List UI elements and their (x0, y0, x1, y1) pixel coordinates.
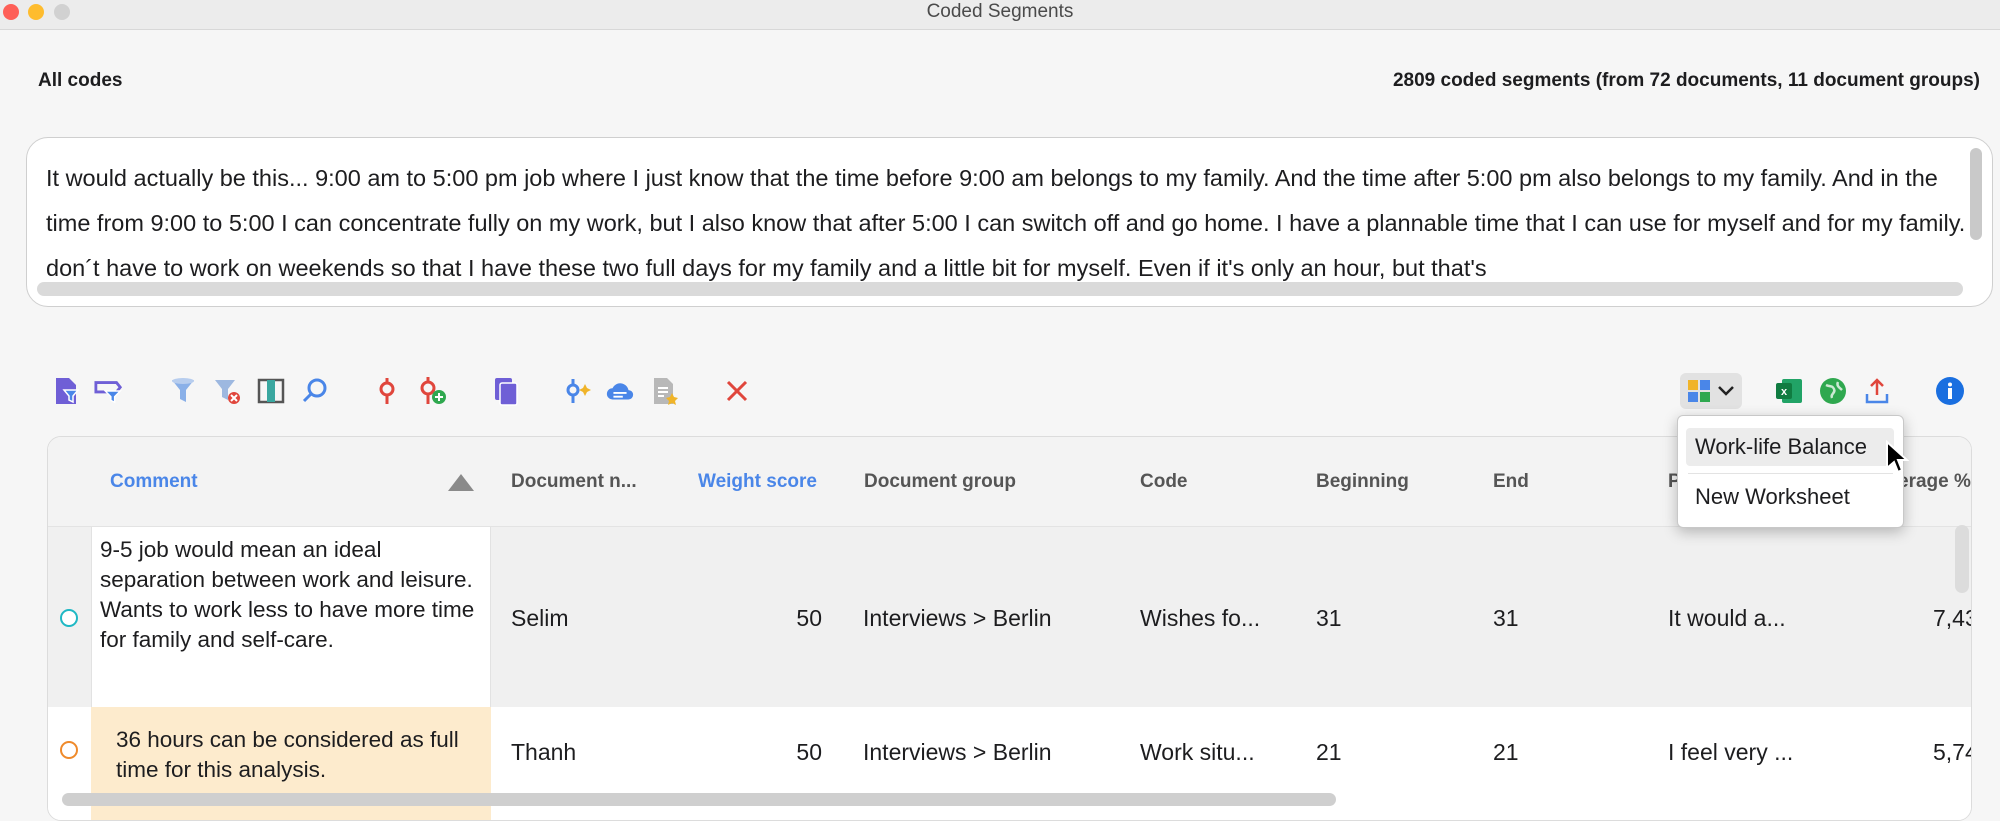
weight-score-cell: 50 (796, 605, 822, 631)
column-header-end[interactable]: End (1493, 471, 1529, 493)
segment-count-label: 2809 coded segments (from 72 documents, … (1392, 70, 1980, 91)
preview-cell: It would a... (1668, 605, 1786, 631)
search-icon[interactable] (300, 376, 330, 406)
columns-icon[interactable] (256, 376, 286, 406)
title-bar: Coded Segments (0, 0, 2000, 30)
column-header-coverage[interactable]: erage % (1898, 471, 1971, 493)
segment-color-marker (60, 609, 78, 627)
weight-score-cell: 50 (796, 739, 822, 765)
table-row[interactable]: 9-5 job would mean an ideal separation b… (48, 527, 1971, 707)
delete-icon[interactable] (722, 376, 752, 406)
column-header-comment[interactable]: Comment (110, 471, 198, 493)
document-filter-icon[interactable] (52, 376, 82, 406)
column-header-document-group[interactable]: Document group (864, 471, 1016, 493)
clear-filter-icon[interactable] (212, 376, 242, 406)
copy-documents-icon[interactable] (490, 376, 520, 406)
beginning-cell: 31 (1316, 605, 1342, 631)
worksheet-icon (1688, 380, 1734, 402)
excel-icon[interactable]: x (1774, 376, 1804, 406)
column-header-beginning[interactable]: Beginning (1316, 471, 1409, 493)
preview-cell: I feel very ... (1668, 739, 1794, 765)
mouse-pointer-icon (1886, 440, 1909, 474)
info-icon[interactable] (1935, 376, 1965, 406)
coverage-cell: 7,43 (1933, 605, 1971, 631)
menu-item-work-life-balance[interactable]: Work-life Balance (1686, 428, 1894, 466)
document-name-cell: Selim (511, 605, 569, 631)
code-cell: Wishes fo... (1140, 605, 1261, 631)
menu-separator (1688, 473, 1893, 474)
worksheet-dropdown-menu: Work-life Balance New Worksheet (1677, 415, 1904, 528)
window-title: Coded Segments (926, 1, 1074, 22)
document-name-cell: Thanh (511, 739, 577, 765)
column-header-code[interactable]: Code (1140, 471, 1188, 493)
code-filter-label: All codes (38, 70, 123, 91)
code-filter-icon[interactable] (94, 376, 124, 406)
end-cell: 31 (1493, 605, 1519, 631)
comment-cell[interactable]: 9-5 job would mean an ideal separation b… (91, 527, 491, 707)
code-icon[interactable] (372, 376, 402, 406)
document-group-cell: Interviews > Berlin (863, 605, 1052, 631)
summary-icon[interactable] (650, 376, 680, 406)
menu-item-new-worksheet[interactable]: New Worksheet (1686, 478, 1894, 516)
export-icon[interactable] (1862, 376, 1892, 406)
preview-horizontal-scrollbar[interactable] (37, 282, 1963, 296)
column-header-weight-score[interactable]: Weight score (698, 471, 817, 493)
coverage-cell: 5,74 (1933, 739, 1971, 765)
add-code-icon[interactable] (418, 376, 448, 406)
code-cell: Work situ... (1140, 739, 1255, 765)
end-cell: 21 (1493, 739, 1519, 765)
web-export-icon[interactable] (1818, 376, 1848, 406)
beginning-cell: 21 (1316, 739, 1342, 765)
segment-preview-panel[interactable]: It would actually be this... 9:00 am to … (26, 137, 1993, 307)
svg-text:x: x (1781, 386, 1788, 398)
preview-vertical-scrollbar[interactable] (1970, 148, 1982, 240)
cloud-comment-icon[interactable] (605, 376, 635, 406)
table-horizontal-scrollbar[interactable] (62, 793, 1336, 806)
sort-ascending-icon[interactable] (448, 474, 474, 491)
filter-icon[interactable] (168, 376, 198, 406)
document-group-cell: Interviews > Berlin (863, 739, 1052, 765)
worksheet-dropdown-button[interactable] (1680, 373, 1742, 409)
table-vertical-scrollbar[interactable] (1955, 525, 1969, 593)
segment-preview-text[interactable]: It would actually be this... 9:00 am to … (46, 156, 1981, 291)
segment-color-marker (60, 741, 78, 759)
ai-assist-icon[interactable] (562, 376, 592, 406)
column-header-document-name[interactable]: Document n... (511, 471, 637, 493)
